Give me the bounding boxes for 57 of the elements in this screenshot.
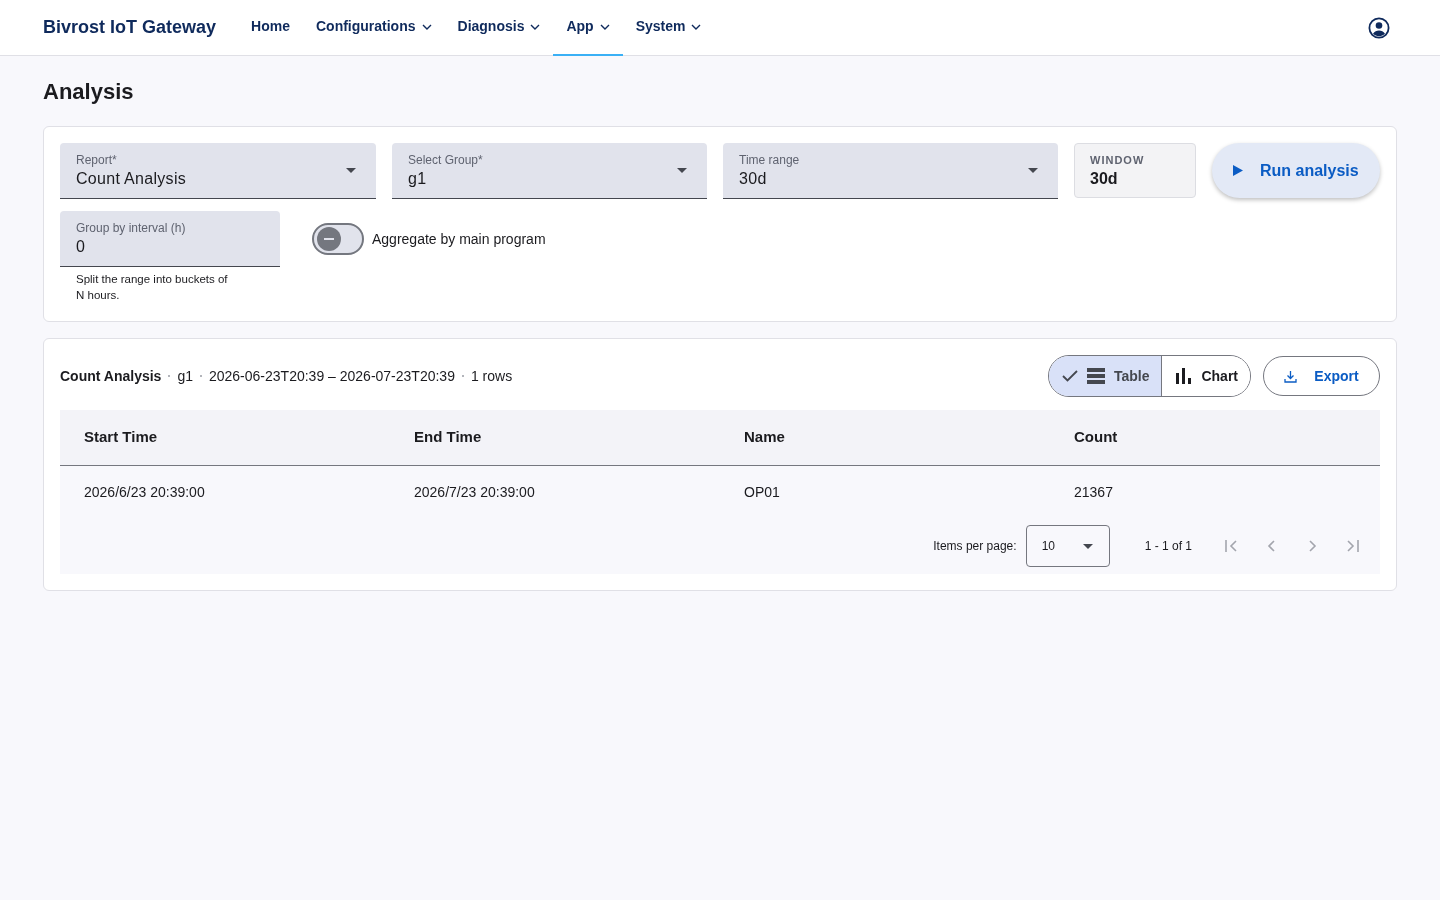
user-account-icon[interactable] <box>1368 16 1390 39</box>
summary-text: 1 rows <box>470 366 513 386</box>
toggle-label: Aggregate by main program <box>372 229 546 249</box>
play-icon <box>1233 165 1243 176</box>
run-analysis-button[interactable]: Run analysis <box>1212 143 1380 198</box>
summary-text: 2026-06-23T20:39 – 2026-07-23T20:39 <box>208 366 455 386</box>
table-cell-text: 21367 <box>1073 482 1114 502</box>
column-header: End Time <box>413 427 483 448</box>
nav-tab[interactable]: Configurations <box>302 0 445 56</box>
page-range: 1 - 1 of 1 <box>1144 538 1192 555</box>
export-button[interactable]: Export <box>1263 356 1380 396</box>
check-icon <box>1061 370 1078 382</box>
table-cell-text: OP01 <box>743 482 781 502</box>
view-toggle[interactable]: Table <box>1048 356 1162 396</box>
field-value: g1 <box>408 168 428 189</box>
field-label: Report* <box>76 151 118 168</box>
toggle-knob-icon <box>317 227 341 251</box>
nav-tab[interactable]: System <box>622 0 715 56</box>
last-page-icon <box>1344 538 1360 554</box>
field-value: Count Analysis <box>76 168 188 189</box>
column-header: Start Time <box>83 427 159 448</box>
caret-down-icon <box>1028 168 1038 173</box>
caret-down-icon <box>346 168 356 173</box>
caret-down-icon <box>1082 543 1093 549</box>
page-title: Analysis <box>43 78 135 106</box>
view-toggle[interactable]: Chart <box>1161 356 1250 396</box>
field-value: 0 <box>76 236 86 257</box>
readout-value: 30d <box>1090 169 1119 189</box>
field-hint: Split the range into buckets of N hours. <box>76 272 229 303</box>
select-field[interactable]: Select Group* g1 <box>392 143 707 199</box>
column-header: Name <box>743 427 786 448</box>
interval-input[interactable]: Group by interval (h) 0 <box>60 211 280 267</box>
nav-tab[interactable]: Diagnosis <box>444 0 554 56</box>
summary-text: g1 <box>177 366 193 386</box>
brand-title: Bivrost IoT Gateway <box>43 16 217 39</box>
page-size-label: Items per page: <box>933 538 1017 555</box>
field-label: Time range <box>739 151 801 168</box>
page-size-select[interactable]: 10 <box>1025 525 1110 567</box>
nav-tab[interactable]: Home <box>238 0 303 56</box>
readout-label: WINDOW <box>1090 153 1146 167</box>
field-label: Select Group* <box>408 151 484 168</box>
table-cell-text: 2026/7/23 20:39:00 <box>413 482 536 502</box>
caret-down-icon <box>677 168 687 173</box>
summary-title: Count Analysis <box>60 366 162 386</box>
field-value: 30d <box>739 168 768 189</box>
select-field[interactable]: Time range 30d <box>723 143 1058 199</box>
select-field[interactable]: Report* Count Analysis <box>60 143 376 199</box>
bar-chart-icon <box>1176 368 1193 384</box>
select-value: 10 <box>1041 538 1055 555</box>
table-rows-icon <box>1086 368 1105 384</box>
toggle-switch[interactable] <box>312 223 364 255</box>
column-header: Count <box>1073 427 1119 448</box>
first-page-icon <box>1224 538 1240 554</box>
download-icon <box>1284 369 1298 383</box>
field-label: Group by interval (h) <box>76 219 187 236</box>
nav-tab[interactable]: App <box>553 0 623 56</box>
table-cell-text: 2026/6/23 20:39:00 <box>83 482 206 502</box>
